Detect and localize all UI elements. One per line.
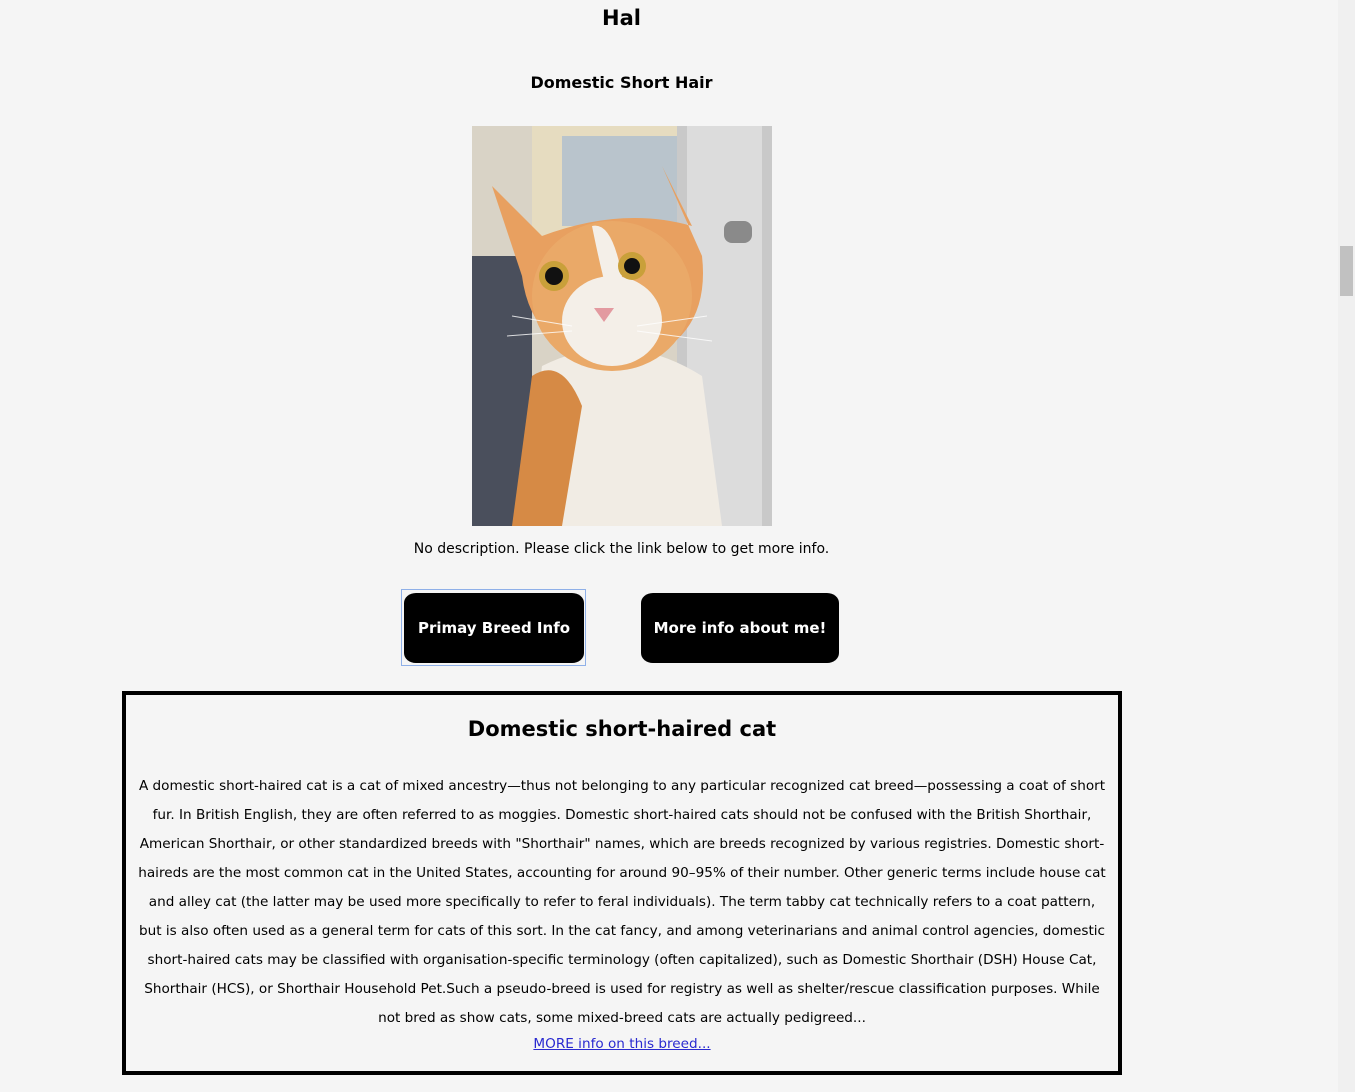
pet-breed: Domestic Short Hair [530, 73, 713, 92]
more-info-button[interactable]: More info about me! [641, 593, 839, 663]
breed-info-panel: Domestic short-haired cat A domestic sho… [122, 691, 1122, 1075]
primary-breed-info-button[interactable]: Primay Breed Info [404, 593, 584, 663]
vertical-scrollbar[interactable] [1338, 0, 1355, 1092]
pet-photo [472, 126, 772, 526]
pet-description: No description. Please click the link be… [413, 541, 830, 557]
breed-info-link-row: MORE info on this breed... [126, 1036, 1118, 1052]
breed-info-title: Domestic short-haired cat [467, 717, 777, 741]
pet-page: Hal Domestic Short Hair No description. … [0, 0, 1355, 1092]
more-breed-info-link[interactable]: MORE info on this breed... [533, 1036, 710, 1052]
breed-info-text: A domestic short-haired cat is a cat of … [138, 778, 1106, 1026]
scrollbar-thumb[interactable] [1340, 246, 1353, 296]
pet-name: Hal [602, 6, 641, 30]
